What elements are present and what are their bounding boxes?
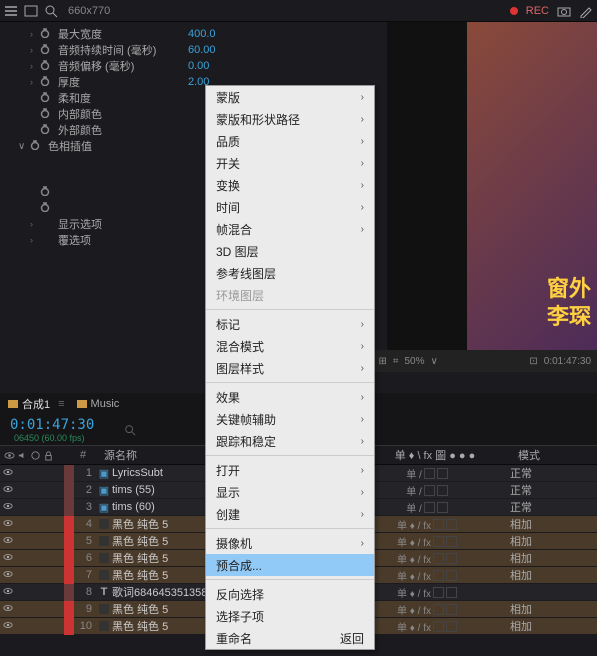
menu-frame-blend[interactable]: 帧混合› <box>206 218 374 240</box>
menu-quality[interactable]: 品质› <box>206 130 374 152</box>
rec-dot-icon <box>510 7 518 15</box>
menu-precompose[interactable]: 预合成... <box>206 554 374 576</box>
visibility-toggle[interactable] <box>0 484 16 497</box>
solid-icon <box>96 604 112 614</box>
col-mode[interactable]: 模式 <box>510 447 540 463</box>
layer-mode[interactable]: 相加 <box>502 550 532 566</box>
layer-label[interactable] <box>64 550 74 567</box>
layer-mode[interactable]: 相加 <box>502 533 532 549</box>
panel-icon[interactable] <box>24 4 38 18</box>
topbar: 660x770 REC <box>0 0 597 22</box>
preview-controls[interactable]: ▢⊞⌗50%∨ ⊡0:01:47:30 <box>357 350 597 372</box>
layer-num: 1 <box>74 467 96 479</box>
solid-icon <box>96 536 112 546</box>
solo-icon <box>30 450 41 461</box>
layer-num: 3 <box>74 501 96 513</box>
comp-icon: ▣ <box>96 467 112 480</box>
menu-icon[interactable] <box>4 4 18 18</box>
comp-icon: ▣ <box>96 484 112 497</box>
layer-num: 8 <box>74 586 96 598</box>
visibility-toggle[interactable] <box>0 569 16 582</box>
layer-label[interactable] <box>64 482 74 499</box>
layer-label[interactable] <box>64 601 74 618</box>
layer-label[interactable] <box>64 584 74 601</box>
menu-create[interactable]: 创建› <box>206 503 374 525</box>
layer-mode[interactable]: 相加 <box>502 567 532 583</box>
layer-num: 7 <box>74 569 96 581</box>
menu-blend-mode[interactable]: 混合模式› <box>206 335 374 357</box>
layer-num: 4 <box>74 518 96 530</box>
solid-icon <box>96 519 112 529</box>
menu-invert-selection[interactable]: 反向选择 <box>206 583 374 605</box>
text-icon: T <box>96 586 112 598</box>
visibility-toggle[interactable] <box>0 552 16 565</box>
camera-icon[interactable] <box>557 4 571 18</box>
menu-effect[interactable]: 效果› <box>206 386 374 408</box>
audio-icon <box>17 450 28 461</box>
solid-icon <box>96 570 112 580</box>
layer-mode[interactable]: 正常 <box>502 482 532 498</box>
eye-icon <box>4 450 15 461</box>
comp-icon: ▣ <box>96 501 112 514</box>
preview-panel: 窗外 李琛 ▢⊞⌗50%∨ ⊡0:01:47:30 <box>387 22 597 372</box>
menu-switches[interactable]: 开关› <box>206 152 374 174</box>
col-switches: 单 ♦ \ fx 圖 ● ● ● <box>360 447 510 463</box>
menu-layer-style[interactable]: 图层样式› <box>206 357 374 379</box>
solid-icon <box>96 553 112 563</box>
preview-image: 窗外 李琛 <box>467 22 597 372</box>
layer-mode[interactable]: 正常 <box>502 465 532 481</box>
menu-time[interactable]: 时间› <box>206 196 374 218</box>
layer-label[interactable] <box>64 533 74 550</box>
search-input[interactable]: 660x770 <box>68 5 110 17</box>
menu-track-stabilize[interactable]: 跟踪和稳定› <box>206 430 374 452</box>
lock-icon <box>43 450 54 461</box>
menu-keyframe-assist[interactable]: 关键帧辅助› <box>206 408 374 430</box>
layer-num: 6 <box>74 552 96 564</box>
search-icon[interactable] <box>44 4 58 18</box>
menu-select-children[interactable]: 选择子项 <box>206 605 374 627</box>
layer-mode[interactable]: 相加 <box>502 601 532 617</box>
menu-3d-layer[interactable]: 3D 图层 <box>206 240 374 262</box>
context-menu: 蒙版› 蒙版和形状路径› 品质› 开关› 变换› 时间› 帧混合› 3D 图层 … <box>205 85 375 650</box>
fps-label: 06450 (60.00 fps) <box>14 433 94 443</box>
menu-open[interactable]: 打开› <box>206 459 374 481</box>
search-icon[interactable] <box>124 424 136 436</box>
timecode[interactable]: 0:01:47:30 <box>10 417 94 433</box>
visibility-toggle[interactable] <box>0 467 16 480</box>
layer-label[interactable] <box>64 465 74 482</box>
menu-mask[interactable]: 蒙版› <box>206 86 374 108</box>
visibility-toggle[interactable] <box>0 535 16 548</box>
layer-mode[interactable]: 相加 <box>502 618 532 634</box>
layer-num: 10 <box>74 620 96 632</box>
layer-num: 5 <box>74 535 96 547</box>
layer-label[interactable] <box>64 516 74 533</box>
col-num: # <box>80 449 100 461</box>
menu-marker[interactable]: 标记› <box>206 313 374 335</box>
layer-mode[interactable]: 正常 <box>502 499 532 515</box>
tab-comp[interactable]: 合成1≡ <box>8 396 65 412</box>
layer-label[interactable] <box>64 618 74 635</box>
layer-num: 2 <box>74 484 96 496</box>
rec-label[interactable]: REC <box>526 5 549 17</box>
layer-label[interactable] <box>64 499 74 516</box>
visibility-toggle[interactable] <box>0 586 16 599</box>
menu-camera[interactable]: 摄像机› <box>206 532 374 554</box>
menu-transform[interactable]: 变换› <box>206 174 374 196</box>
tab-music[interactable]: Music <box>77 398 120 410</box>
menu-rename[interactable]: 重命名返回 <box>206 627 374 649</box>
visibility-toggle[interactable] <box>0 603 16 616</box>
menu-mask-shape[interactable]: 蒙版和形状路径› <box>206 108 374 130</box>
layer-mode[interactable]: 相加 <box>502 516 532 532</box>
menu-env-layer: 环境图层 <box>206 284 374 306</box>
layer-num: 9 <box>74 603 96 615</box>
layer-label[interactable] <box>64 567 74 584</box>
subtitle-text: 窗外 李琛 <box>547 275 591 332</box>
visibility-toggle[interactable] <box>0 620 16 633</box>
visibility-toggle[interactable] <box>0 501 16 514</box>
visibility-toggle[interactable] <box>0 518 16 531</box>
menu-guide-layer[interactable]: 参考线图层 <box>206 262 374 284</box>
menu-show[interactable]: 显示› <box>206 481 374 503</box>
edit-icon[interactable] <box>579 4 593 18</box>
solid-icon <box>96 621 112 631</box>
